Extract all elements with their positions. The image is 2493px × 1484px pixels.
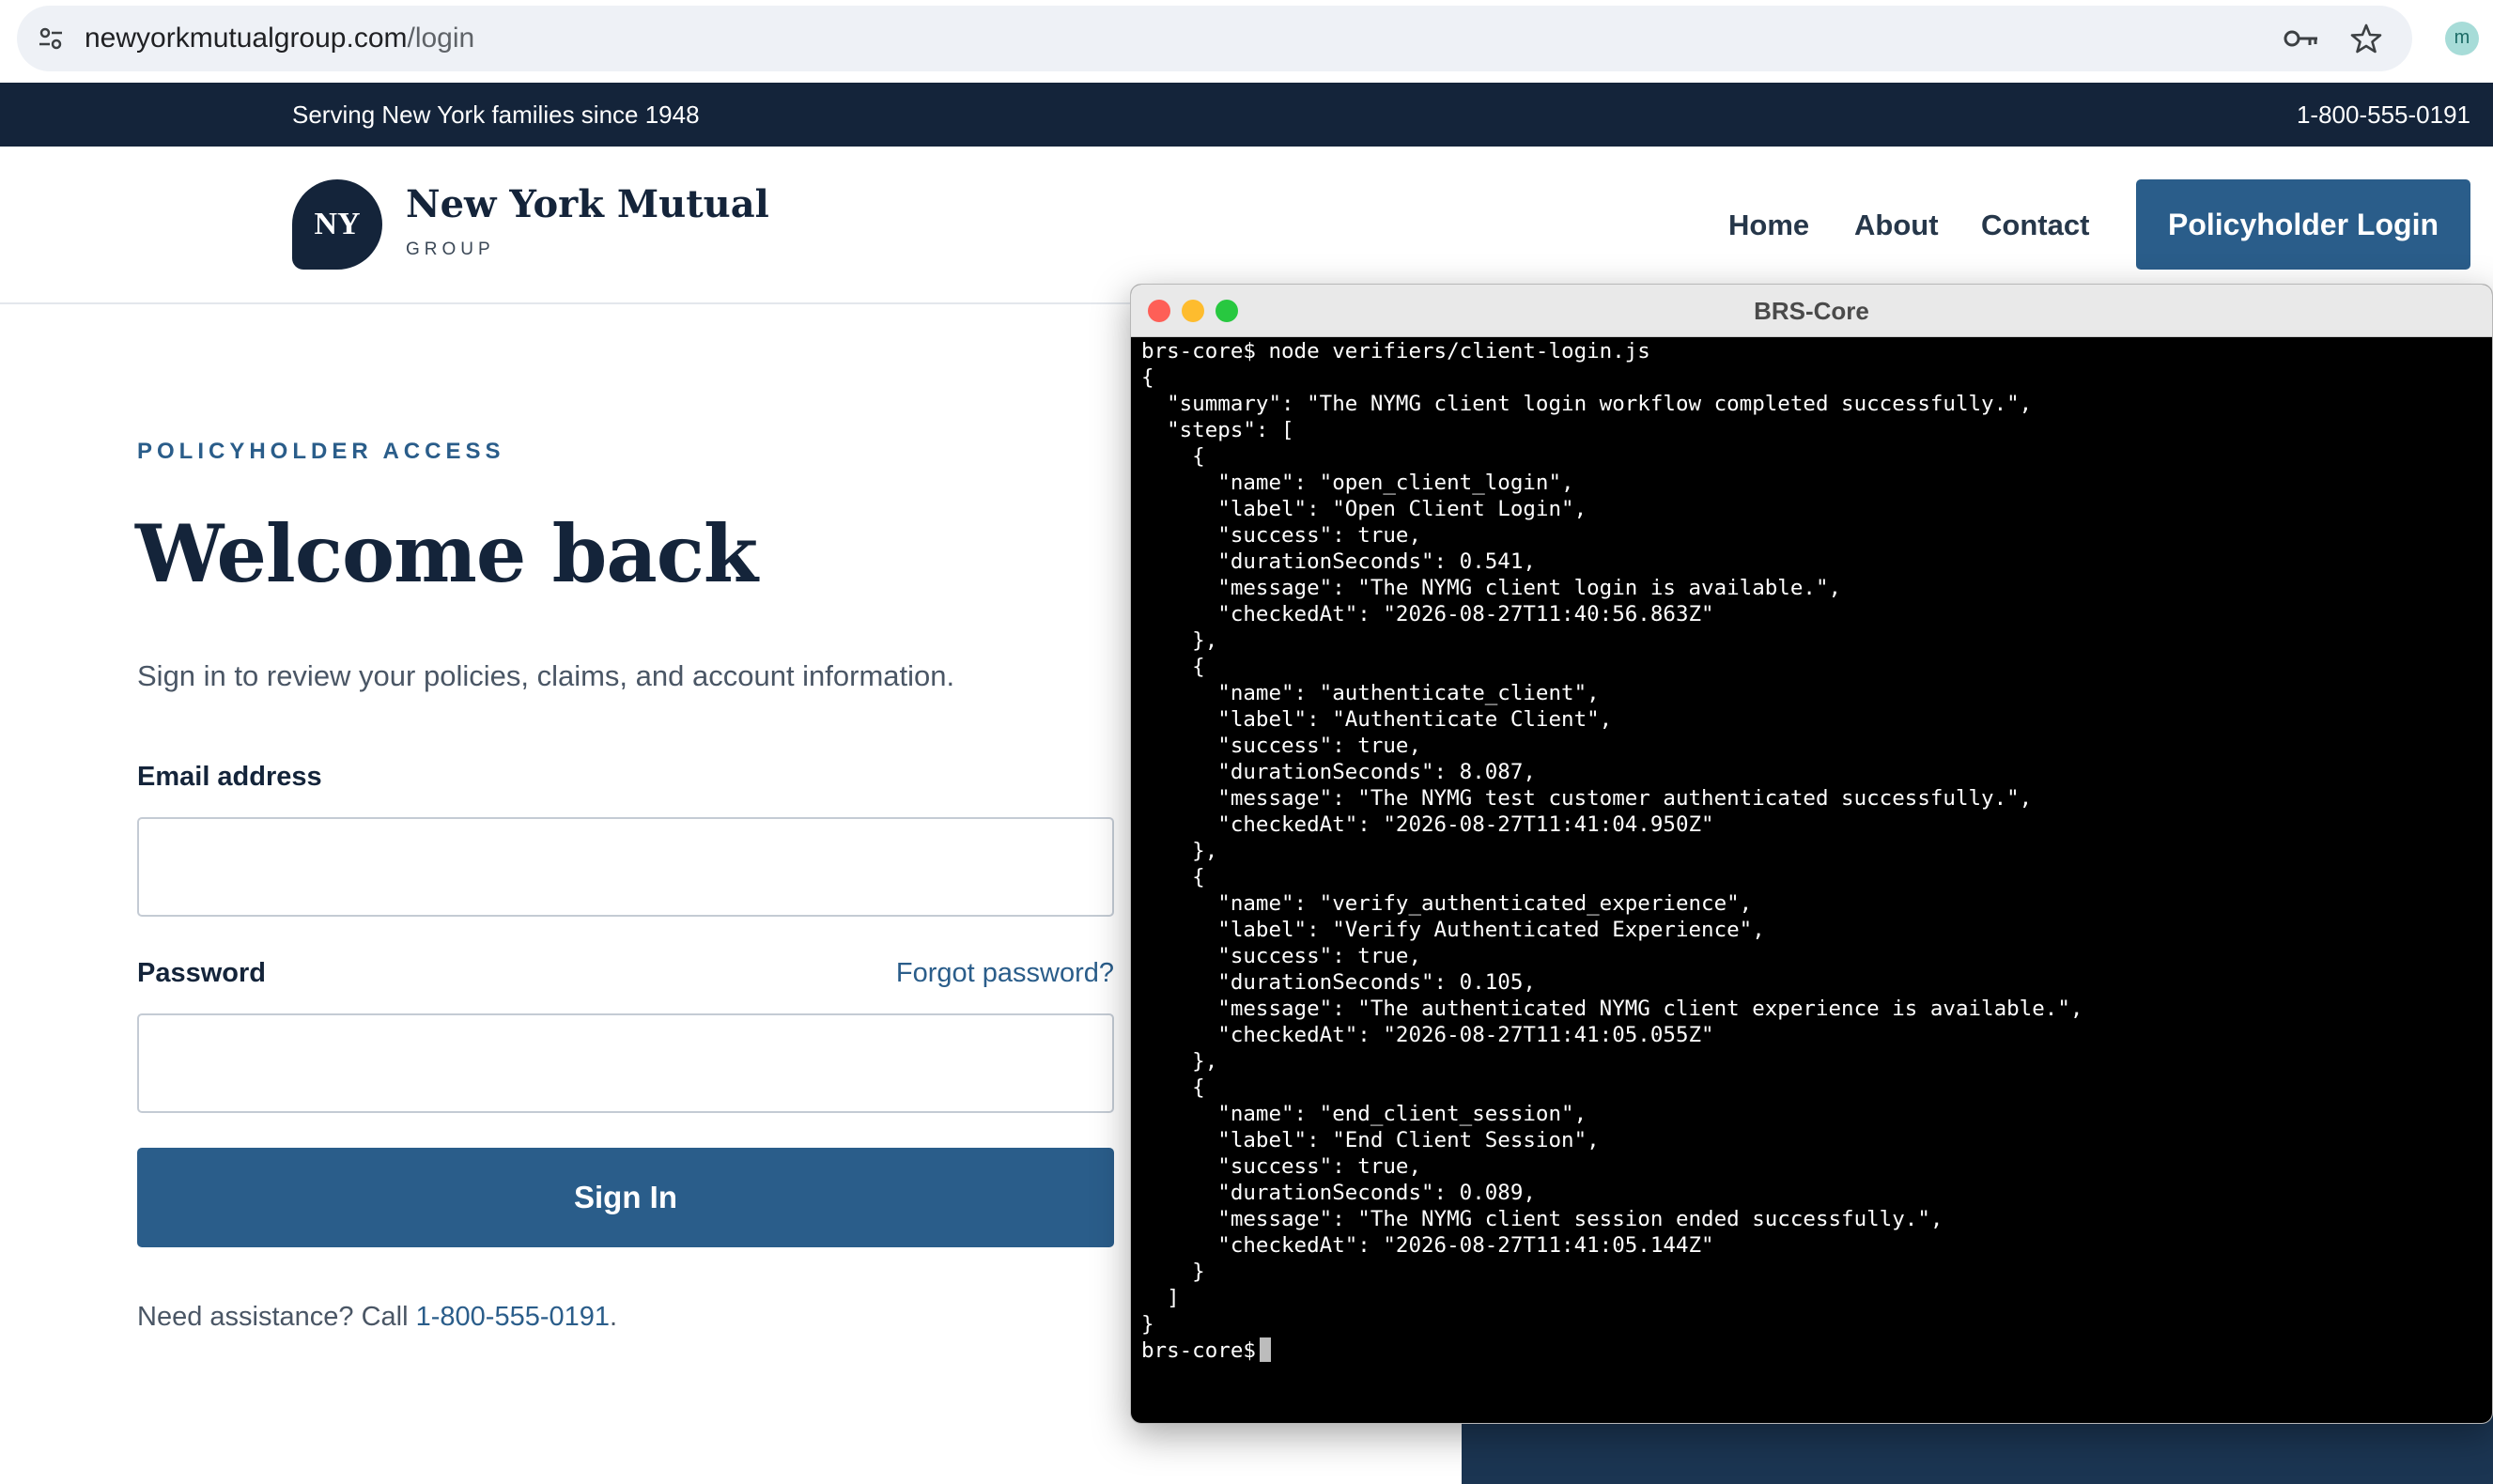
password-field[interactable]: [137, 1013, 1114, 1113]
terminal-window[interactable]: BRS-Core brs-core$ node verifiers/client…: [1130, 284, 2493, 1424]
terminal-line: },: [1141, 628, 1218, 653]
terminal-line: "steps": [: [1141, 418, 1294, 442]
terminal-line: "success": true,: [1141, 734, 1422, 758]
policyholder-login-button[interactable]: Policyholder Login: [2136, 179, 2470, 270]
terminal-line: "message": "The NYMG test customer authe…: [1141, 786, 2033, 811]
terminal-line: }: [1141, 1260, 1205, 1284]
sign-in-button[interactable]: Sign In: [137, 1148, 1114, 1247]
section-eyebrow: POLICYHOLDER ACCESS: [137, 439, 505, 464]
terminal-line: "name": "verify_authenticated_experience…: [1141, 891, 1753, 916]
terminal-line: },: [1141, 1049, 1218, 1074]
terminal-line: {: [1141, 865, 1205, 889]
nav-contact[interactable]: Contact: [1981, 147, 2089, 304]
site-header: NY New York Mutual GROUP Home About Cont…: [0, 147, 2493, 304]
terminal-line: "message": "The NYMG client session ende…: [1141, 1207, 1943, 1231]
assistance-text: Need assistance? Call 1-800-555-0191.: [137, 1302, 617, 1333]
cursor-block: [1259, 1337, 1271, 1362]
topbar-phone[interactable]: 1-800-555-0191: [2297, 83, 2470, 147]
terminal-line: "durationSeconds": 0.541,: [1141, 549, 1536, 574]
terminal-line: "durationSeconds": 0.089,: [1141, 1181, 1536, 1205]
terminal-line: "message": "The NYMG client login is ava…: [1141, 576, 1842, 600]
terminal-prompt-line[interactable]: brs-core$: [1141, 1337, 2485, 1364]
terminal-line: "checkedAt": "2026-08-27T11:41:04.950Z": [1141, 812, 1714, 837]
logo-mark[interactable]: NY: [292, 179, 382, 270]
terminal-line: "success": true,: [1141, 1154, 1422, 1179]
terminal-title: BRS-Core: [1754, 297, 1869, 325]
browser-toolbar: newyorkmutualgroup.com/login m: [0, 0, 2493, 81]
logo-subtitle: GROUP: [406, 240, 495, 259]
star-icon[interactable]: [2350, 23, 2382, 54]
assist-phone-link[interactable]: 1-800-555-0191: [416, 1302, 610, 1332]
terminal-line: }: [1141, 1312, 1154, 1337]
page-title: Welcome back: [135, 507, 758, 600]
terminal-line: "checkedAt": "2026-08-27T11:41:05.055Z": [1141, 1023, 1714, 1047]
forgot-password-link[interactable]: Forgot password?: [896, 958, 1114, 989]
terminal-line: "name": "authenticate_client",: [1141, 681, 1600, 705]
terminal-line: "label": "Verify Authenticated Experienc…: [1141, 918, 1765, 942]
terminal-line: {: [1141, 1075, 1205, 1100]
nav-home[interactable]: Home: [1728, 147, 1809, 304]
terminal-line: "message": "The authenticated NYMG clien…: [1141, 997, 2083, 1021]
terminal-output: brs-core$ node verifiers/client-login.js…: [1141, 338, 2485, 1337]
terminal-titlebar[interactable]: BRS-Core: [1131, 285, 2492, 337]
terminal-line: {: [1141, 444, 1205, 469]
address-bar[interactable]: newyorkmutualgroup.com/login: [17, 6, 2412, 71]
profile-avatar[interactable]: m: [2445, 22, 2479, 55]
terminal-line: },: [1141, 839, 1218, 863]
terminal-body[interactable]: brs-core$ node verifiers/client-login.js…: [1141, 337, 2485, 1417]
terminal-line: brs-core$ node verifiers/client-login.js: [1141, 339, 1650, 363]
terminal-line: ]: [1141, 1286, 1180, 1310]
terminal-line: "success": true,: [1141, 944, 1422, 968]
nav-about[interactable]: About: [1854, 147, 1939, 304]
url-path: /login: [407, 23, 475, 54]
terminal-line: "durationSeconds": 8.087,: [1141, 760, 1536, 784]
assist-prefix: Need assistance? Call: [137, 1302, 416, 1332]
email-field[interactable]: [137, 817, 1114, 917]
email-label: Email address: [137, 762, 322, 792]
terminal-line: {: [1141, 365, 1154, 390]
logo-name[interactable]: New York Mutual: [406, 182, 769, 226]
terminal-line: "checkedAt": "2026-08-27T11:41:05.144Z": [1141, 1233, 1714, 1258]
terminal-line: "label": "Authenticate Client",: [1141, 707, 1613, 732]
key-icon[interactable]: [2283, 24, 2320, 53]
url-host: newyorkmutualgroup.com: [85, 23, 408, 54]
terminal-line: "name": "open_client_login",: [1141, 471, 1574, 495]
tagline: Serving New York families since 1948: [292, 100, 700, 129]
terminal-line: "durationSeconds": 0.105,: [1141, 970, 1536, 995]
terminal-line: "checkedAt": "2026-08-27T11:40:56.863Z": [1141, 602, 1714, 626]
terminal-line: "label": "Open Client Login",: [1141, 497, 1587, 521]
terminal-line: "label": "End Client Session",: [1141, 1128, 1600, 1152]
tune-icon[interactable]: [36, 23, 66, 54]
announcement-bar: Serving New York families since 1948 1-8…: [0, 83, 2493, 147]
url-text[interactable]: newyorkmutualgroup.com/login: [85, 6, 474, 71]
password-label: Password: [137, 958, 266, 988]
terminal-line: "name": "end_client_session",: [1141, 1102, 1587, 1126]
page-lede: Sign in to review your policies, claims,…: [137, 659, 955, 692]
terminal-prompt: brs-core$: [1141, 1338, 1256, 1363]
terminal-line: "summary": "The NYMG client login workfl…: [1141, 392, 2033, 416]
terminal-line: {: [1141, 655, 1205, 679]
assist-suffix: .: [610, 1302, 618, 1332]
terminal-line: "success": true,: [1141, 523, 1422, 548]
